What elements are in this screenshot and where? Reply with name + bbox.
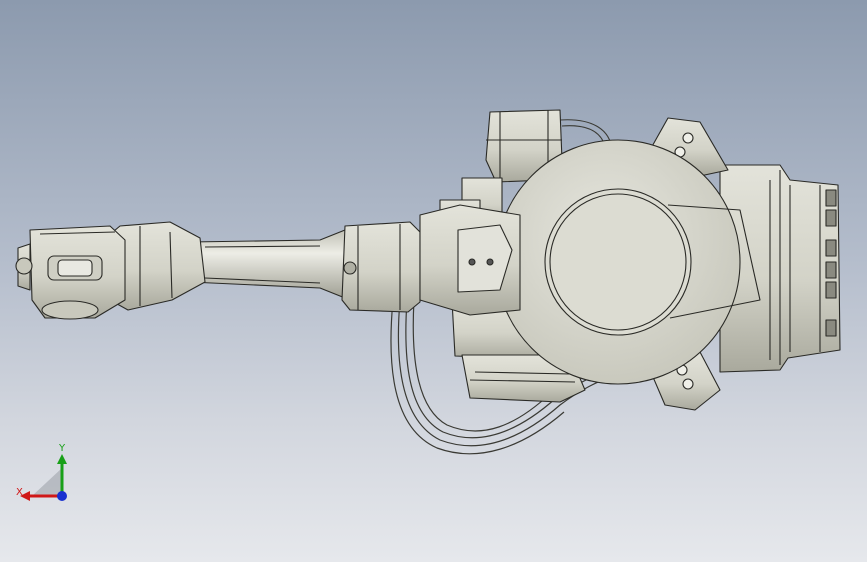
y-axis-label: Y <box>59 443 66 454</box>
z-axis-dot <box>57 491 67 501</box>
cad-viewport[interactable]: X Y <box>0 0 867 562</box>
forearm-tube <box>189 227 361 301</box>
triad-plane <box>32 468 62 496</box>
coordinate-triad: X Y <box>10 438 74 510</box>
robot-arm-model[interactable] <box>0 0 867 562</box>
x-axis-label: X <box>16 487 23 498</box>
